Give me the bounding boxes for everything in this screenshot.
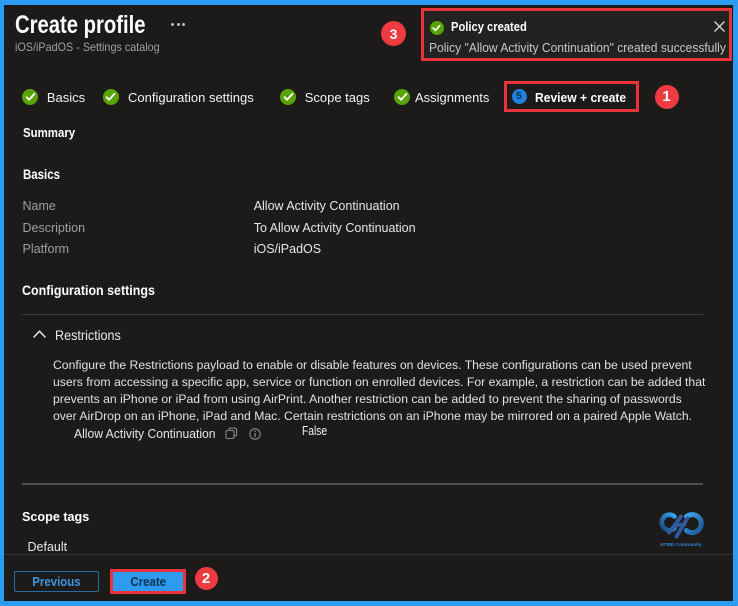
svg-text:HTMD Community: HTMD Community (660, 542, 702, 548)
